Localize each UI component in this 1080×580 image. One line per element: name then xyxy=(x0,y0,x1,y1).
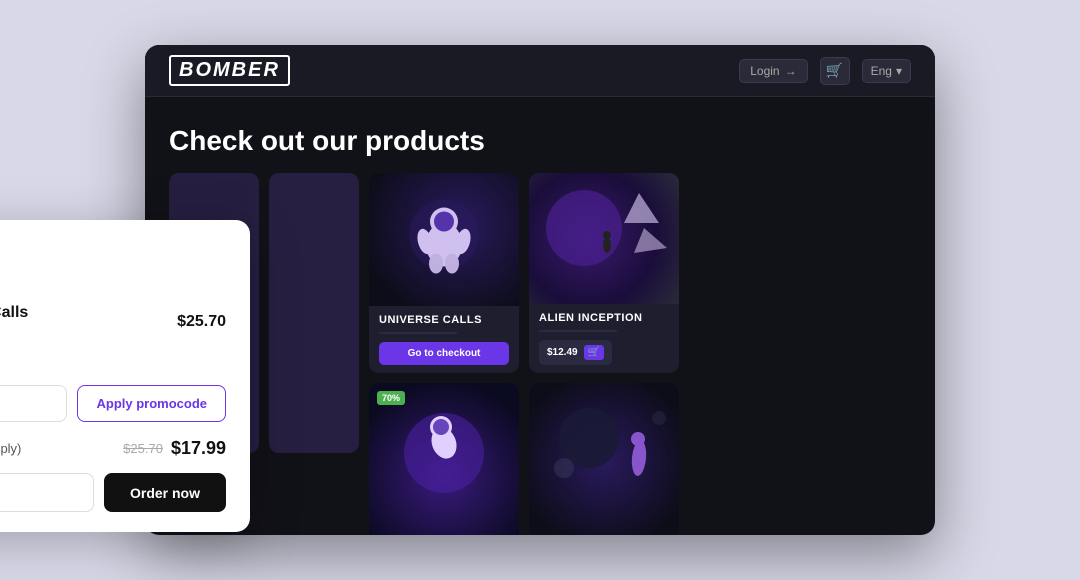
cart-nav-icon: 🛒 xyxy=(826,62,843,79)
app-window: BOMBER Login → 🛒 Eng ▾ Check out our pro… xyxy=(145,45,935,535)
alien-inception-visual xyxy=(529,173,679,293)
outer-planets-image xyxy=(529,383,679,535)
email-row: Order now xyxy=(0,473,226,512)
first-step-image: 70% xyxy=(369,383,519,535)
alien-inception-image xyxy=(529,173,679,304)
product-card-alien-inception[interactable]: ALIEN INCEPTION $12.49 🛒 xyxy=(529,173,679,373)
cart-add-icon: 🛒 xyxy=(584,345,604,360)
alien-inception-price-button[interactable]: $12.49 🛒 xyxy=(539,340,612,365)
email-input[interactable] xyxy=(0,473,94,512)
cart-item: Universe Calls for Steam $25.70 xyxy=(0,277,226,367)
universe-calls-checkout-button[interactable]: Go to checkout xyxy=(379,342,509,365)
login-arrow-icon: → xyxy=(785,64,797,78)
subtotal-final-price: $17.99 xyxy=(171,438,226,459)
product-card-outer-planets[interactable]: OUTER PLANETS xyxy=(529,383,679,535)
login-label: Login xyxy=(750,64,779,78)
apply-promo-button[interactable]: Apply promocode xyxy=(77,385,226,422)
product-card-first-step[interactable]: 70% FIRST STEP xyxy=(369,383,519,535)
alien-inception-info: ALIEN INCEPTION $12.49 🛒 xyxy=(529,304,679,373)
subtotal-original-price: $25.70 xyxy=(123,441,163,456)
universe-calls-info: UNIVERSE CALLS Go to checkout xyxy=(369,306,519,373)
alien-inception-price-row: $12.49 🛒 xyxy=(539,340,669,365)
universe-calls-astronaut xyxy=(369,173,519,306)
universe-calls-image xyxy=(369,173,519,306)
price-label: $12.49 xyxy=(547,347,578,358)
alien-inception-name: ALIEN INCEPTION xyxy=(539,312,669,324)
promo-input[interactable] xyxy=(0,385,67,422)
subtotal-label: Subtotal (taxes and fees may apply) xyxy=(0,441,21,456)
page-title: Check out our products xyxy=(169,125,911,157)
cart-panel: Cart CLEAR Universe Calls for Steam $25.… xyxy=(0,220,250,532)
nav-right: Login → 🛒 Eng ▾ xyxy=(739,57,911,85)
page-header: Check out our products xyxy=(145,97,935,173)
products-grid: UNIVERSE CALLS Go to checkout xyxy=(369,173,679,535)
divider xyxy=(539,330,617,332)
subtotal-prices: $25.70 $17.99 xyxy=(123,438,226,459)
cart-item-name: Universe Calls xyxy=(0,304,163,322)
promo-row: Apply promocode xyxy=(0,385,226,422)
universe-calls-name: UNIVERSE CALLS xyxy=(379,314,509,326)
cart-header: Cart CLEAR xyxy=(0,240,226,261)
chevron-down-icon: ▾ xyxy=(896,64,902,78)
subtotal-row: Subtotal (taxes and fees may apply) $25.… xyxy=(0,438,226,459)
discount-badge: 70% xyxy=(377,391,405,405)
cart-item-price: $25.70 xyxy=(177,313,226,331)
logo: BOMBER xyxy=(169,55,290,86)
language-selector[interactable]: Eng ▾ xyxy=(862,59,911,83)
order-now-button[interactable]: Order now xyxy=(104,473,226,512)
outer-planets-visual xyxy=(529,383,679,503)
cart-item-platform: for Steam xyxy=(0,326,163,341)
stub-card-2 xyxy=(269,173,359,453)
products-area: UNIVERSE CALLS Go to checkout xyxy=(145,173,935,535)
login-button[interactable]: Login → xyxy=(739,59,807,83)
product-card-universe-calls[interactable]: UNIVERSE CALLS Go to checkout xyxy=(369,173,519,373)
divider xyxy=(379,332,457,334)
language-label: Eng xyxy=(871,64,892,78)
navbar: BOMBER Login → 🛒 Eng ▾ xyxy=(145,45,935,97)
cart-item-details: Universe Calls for Steam xyxy=(0,304,163,341)
cart-nav-button[interactable]: 🛒 xyxy=(820,57,850,85)
